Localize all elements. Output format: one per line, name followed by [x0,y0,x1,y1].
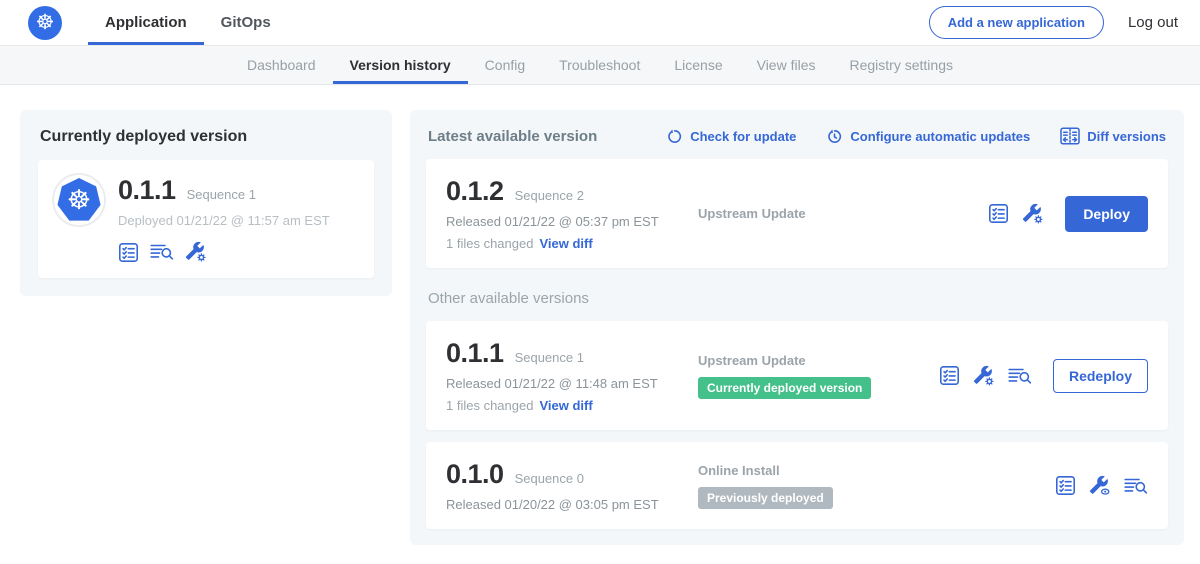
version-info: 0.1.2 Sequence 2 Released 01/21/22 @ 05:… [446,176,698,251]
version-sequence: Sequence 1 [515,350,584,365]
currently-deployed-title: Currently deployed version [40,128,374,146]
release-notes-icon[interactable] [1055,475,1076,496]
source-label: Upstream Update [698,206,988,221]
tab-license[interactable]: License [657,46,739,84]
kubernetes-app-icon: ☸ [57,178,101,222]
deploy-button[interactable]: Deploy [1065,196,1148,232]
main-content: Currently deployed version ☸ 0.1.1 Seque… [0,85,1200,545]
other-versions-title: Other available versions [428,290,1166,307]
check-for-update-link[interactable]: Check for update [666,128,796,145]
version-info: 0.1.0 Sequence 0 Released 01/20/22 @ 03:… [446,459,698,512]
version-header-links: Check for update Configure automatic upd… [636,127,1166,145]
version-info: 0.1.1 Sequence 1 Released 01/21/22 @ 11:… [446,338,698,413]
latest-version-title: Latest available version [428,128,597,145]
kots-admin-console: ☸ Application GitOps Add a new applicati… [0,0,1200,564]
files-changed: 1 files changed View diff [446,236,698,251]
configure-automatic-updates-label: Configure automatic updates [850,129,1030,144]
version-row-0-1-1: 0.1.1 Sequence 1 Released 01/21/22 @ 11:… [426,321,1168,430]
currently-deployed-badge: Currently deployed version [698,377,871,399]
deployed-version-card: ☸ 0.1.1 Sequence 1 Deployed 01/21/22 @ 1… [38,160,374,278]
release-notes-icon[interactable] [988,203,1009,224]
edit-config-icon[interactable] [973,365,995,387]
files-changed: 1 files changed View diff [446,398,698,413]
version-actions: Deploy [988,196,1148,232]
kubernetes-logo-icon: ☸ [28,6,62,40]
app-logo-ring: ☸ [54,175,104,225]
deployed-sequence: Sequence 1 [187,187,256,202]
source-label: Upstream Update [698,353,939,368]
deployed-version-number: 0.1.1 [118,175,176,206]
released-timestamp: Released 01/21/22 @ 11:48 am EST [446,376,698,391]
edit-config-icon[interactable] [1022,203,1044,225]
deployed-timestamp: Deployed 01/21/22 @ 11:57 am EST [118,213,330,228]
deployed-version-info: 0.1.1 Sequence 1 Deployed 01/21/22 @ 11:… [118,175,330,263]
release-notes-icon[interactable] [118,242,139,263]
diff-versions-link[interactable]: Diff versions [1060,127,1166,145]
version-sequence: Sequence 2 [515,188,584,203]
check-for-update-label: Check for update [690,129,796,144]
logout-button[interactable]: Log out [1128,14,1178,31]
version-source: Upstream Update Currently deployed versi… [698,353,939,399]
view-diff-link[interactable]: View diff [539,398,592,413]
source-label: Online Install [698,463,1055,478]
version-number: 0.1.0 [446,459,504,490]
tab-troubleshoot[interactable]: Troubleshoot [542,46,657,84]
refresh-icon [666,128,683,145]
version-number: 0.1.1 [446,338,504,369]
view-config-icon[interactable] [1089,475,1111,497]
configure-automatic-updates-link[interactable]: Configure automatic updates [826,128,1030,145]
released-timestamp: Released 01/21/22 @ 05:37 pm EST [446,214,698,229]
topbar-right: Add a new application Log out [929,0,1200,45]
tab-application[interactable]: Application [88,0,204,45]
version-row-0-1-0: 0.1.0 Sequence 0 Released 01/20/22 @ 03:… [426,442,1168,529]
app-subnav: Dashboard Version history Config Trouble… [0,46,1200,85]
files-changed-label: 1 files changed [446,236,533,251]
tab-registry-settings[interactable]: Registry settings [833,46,970,84]
app-tabs: Application GitOps [88,0,288,45]
tab-view-files[interactable]: View files [740,46,833,84]
tab-version-history[interactable]: Version history [333,46,468,84]
schedule-update-icon [826,128,843,145]
edit-config-icon[interactable] [185,241,207,263]
previously-deployed-badge: Previously deployed [698,487,833,509]
version-actions: Redeploy [939,359,1148,393]
latest-version-header: Latest available version Check for updat… [428,127,1166,145]
diff-icon [1060,127,1080,145]
add-new-application-button[interactable]: Add a new application [929,6,1104,39]
version-number: 0.1.2 [446,176,504,207]
version-row-0-1-2: 0.1.2 Sequence 2 Released 01/21/22 @ 05:… [426,159,1168,268]
deployed-actions [118,241,330,263]
version-actions [1055,475,1148,497]
currently-deployed-panel: Currently deployed version ☸ 0.1.1 Seque… [20,110,392,296]
tab-dashboard[interactable]: Dashboard [230,46,333,84]
available-versions-panel: Latest available version Check for updat… [410,110,1184,545]
version-source: Online Install Previously deployed [698,463,1055,509]
version-source: Upstream Update [698,206,988,221]
topbar-spacer [288,0,929,45]
tab-gitops[interactable]: GitOps [204,0,288,45]
release-notes-icon[interactable] [939,365,960,386]
diff-versions-label: Diff versions [1087,129,1166,144]
files-changed-label: 1 files changed [446,398,533,413]
tab-config[interactable]: Config [468,46,542,84]
version-sequence: Sequence 0 [515,471,584,486]
redeploy-button[interactable]: Redeploy [1053,359,1148,393]
deploy-logs-icon[interactable] [1124,476,1148,496]
view-diff-link[interactable]: View diff [539,236,592,251]
deploy-logs-icon[interactable] [1008,366,1032,386]
released-timestamp: Released 01/20/22 @ 03:05 pm EST [446,497,698,512]
top-bar: ☸ Application GitOps Add a new applicati… [0,0,1200,46]
deploy-logs-icon[interactable] [150,242,174,262]
